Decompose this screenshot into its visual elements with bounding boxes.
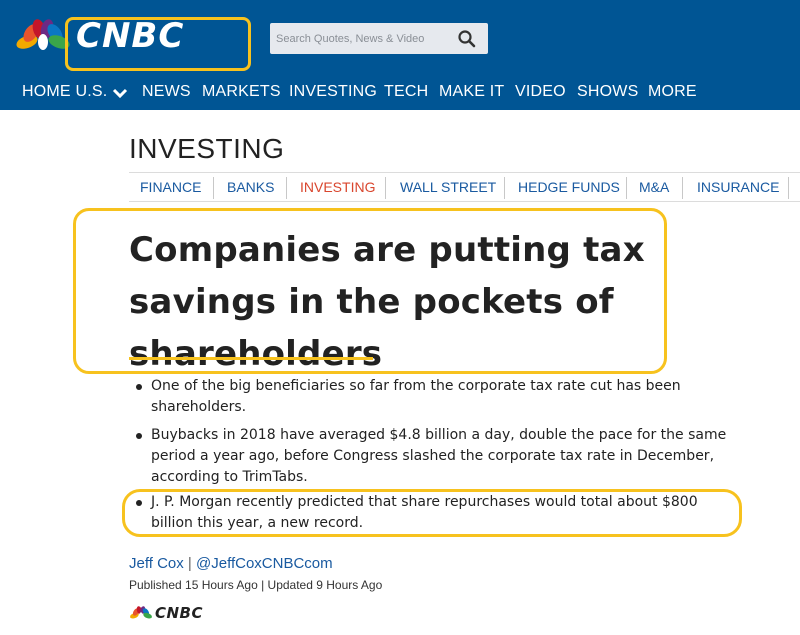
bullet-dot xyxy=(136,384,142,390)
main-nav: HOME U.S. NEWS MARKETS INVESTING TECH MA… xyxy=(0,80,800,106)
nav-item-more[interactable]: MORE xyxy=(648,83,697,101)
bullet-text: Buybacks in 2018 have averaged $4.8 bill… xyxy=(151,427,727,485)
subnav-item-m-and-a[interactable]: M&A xyxy=(639,179,669,195)
section-title: INVESTING xyxy=(129,133,285,164)
subnav-item-investing[interactable]: INVESTING xyxy=(300,179,375,195)
section-subnav: FINANCE BANKS INVESTING WALL STREET HEDG… xyxy=(129,172,800,202)
nav-item-investing[interactable]: INVESTING xyxy=(289,83,377,101)
subnav-divider xyxy=(626,177,627,199)
subnav-item-banks[interactable]: BANKS xyxy=(227,179,274,195)
peacock-icon xyxy=(130,606,152,619)
nav-item-make-it[interactable]: MAKE IT xyxy=(439,83,504,101)
cnbc-footer-logo: CNBC xyxy=(129,603,239,625)
nav-item-markets[interactable]: MARKETS xyxy=(202,83,281,101)
logo-highlight-annotation xyxy=(65,17,251,71)
nav-item-video[interactable]: VIDEO xyxy=(515,83,566,101)
subnav-divider xyxy=(213,177,214,199)
byline-separator: | xyxy=(187,555,192,572)
subnav-item-insurance[interactable]: INSURANCE xyxy=(697,179,779,195)
author-link[interactable]: Jeff Cox xyxy=(129,555,184,572)
subnav-divider xyxy=(682,177,683,199)
cnbc-logo[interactable]: CNBC xyxy=(14,12,251,71)
headline-underline-annotation xyxy=(129,357,373,360)
subnav-divider xyxy=(788,177,789,199)
site-header: CNBC HOME U.S. NEWS MARKETS INVESTING TE… xyxy=(0,0,800,110)
search-input[interactable] xyxy=(276,31,446,47)
subnav-item-finance[interactable]: FINANCE xyxy=(140,179,201,195)
subnav-divider xyxy=(385,177,386,199)
subnav-divider xyxy=(504,177,505,199)
peacock-icon xyxy=(16,19,70,50)
subnav-item-wall-street[interactable]: WALL STREET xyxy=(400,179,496,195)
byline: Jeff Cox | @JeffCoxCNBCcom xyxy=(129,555,333,572)
subnav-item-hedge-funds[interactable]: HEDGE FUNDS xyxy=(518,179,620,195)
bullet-dot xyxy=(136,433,142,439)
author-twitter-link[interactable]: @JeffCoxCNBCcom xyxy=(196,555,333,572)
nav-item-home[interactable]: HOME U.S. xyxy=(22,83,107,101)
search-icon[interactable] xyxy=(456,28,478,50)
published-timestamp: Published 15 Hours Ago | Updated 9 Hours… xyxy=(129,578,383,592)
subnav-divider xyxy=(286,177,287,199)
search-box xyxy=(270,23,488,54)
footer-logo-text: CNBC xyxy=(155,604,204,622)
bullet-highlight-annotation xyxy=(122,489,742,537)
chevron-down-icon[interactable] xyxy=(112,86,128,100)
nav-item-news[interactable]: NEWS xyxy=(142,83,191,101)
nav-item-shows[interactable]: SHOWS xyxy=(577,83,638,101)
bullet-text: One of the big beneficiaries so far from… xyxy=(151,378,681,415)
nav-item-tech[interactable]: TECH xyxy=(384,83,428,101)
